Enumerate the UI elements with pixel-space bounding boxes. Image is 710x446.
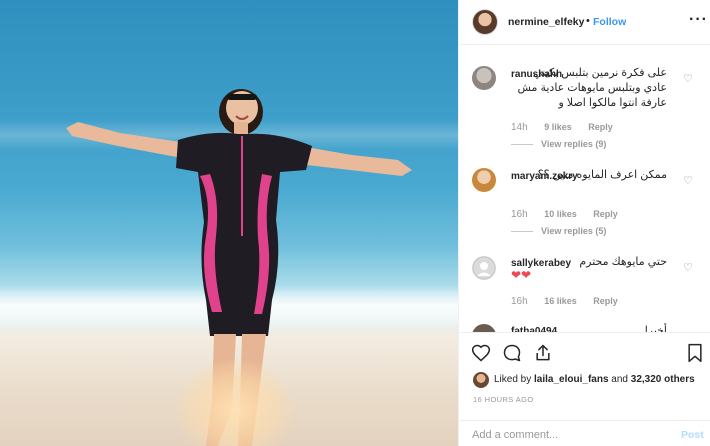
commenter-avatar[interactable] [472, 324, 496, 332]
liked-by-others[interactable]: 32,320 others [631, 374, 695, 385]
post-photo[interactable] [0, 0, 458, 446]
comment-likes[interactable]: 9 likes [544, 122, 572, 132]
heart-emoji: ❤❤ [511, 268, 532, 282]
comment-text: ممكن اعرف المايوه منين ؟؟ [537, 169, 667, 181]
comment-time: 14h [511, 122, 528, 133]
commenter-avatar[interactable] [472, 256, 496, 280]
more-options-icon[interactable]: ··· [689, 11, 708, 29]
comment-text: على فكرة نرمين بتلبس بكيني عادي وبتلبس م… [517, 67, 667, 109]
commenter-avatar[interactable] [472, 168, 496, 192]
comment-meta: 16h 16 likes Reply [511, 296, 632, 307]
comment-reply-button[interactable]: Reply [588, 122, 613, 132]
follow-button[interactable]: Follow [593, 16, 626, 28]
post-comment-button[interactable]: Post [681, 429, 704, 441]
comment-reply-button[interactable]: Reply [593, 209, 618, 219]
save-bookmark-icon[interactable] [686, 343, 704, 368]
share-icon[interactable] [533, 343, 553, 368]
comment-bubble-icon[interactable] [502, 343, 522, 368]
header-separator: • [586, 15, 590, 27]
comment-reply-button[interactable]: Reply [593, 296, 618, 306]
view-replies-button[interactable]: View replies (5) [511, 226, 606, 236]
commenter-avatar[interactable] [472, 66, 496, 90]
liked-by-avatar[interactable] [473, 372, 489, 388]
post-timestamp[interactable]: 16 HOURS AGO [473, 395, 534, 404]
comment-likes[interactable]: 16 likes [544, 296, 577, 306]
default-avatar-icon [472, 256, 496, 280]
liked-by-prefix: Liked by [494, 374, 532, 385]
comment-time: 16h [511, 209, 528, 220]
comment-meta: 14h 9 likes Reply [511, 122, 627, 133]
comment-text: حتي مايوهك محترم [579, 256, 667, 268]
view-replies-button[interactable]: View replies (9) [511, 139, 606, 149]
add-comment-bar: Post [459, 420, 710, 446]
comments-list[interactable]: ranushahh على فكرة نرمين بتلبس بكيني عاد… [459, 46, 710, 332]
add-comment-input[interactable] [472, 427, 662, 443]
comment-text: أخيرا [644, 325, 667, 332]
author-username[interactable]: nermine_elfeky [508, 16, 584, 28]
comment-like-heart-icon[interactable]: ♡ [683, 174, 693, 187]
post-panel: nermine_elfeky • Follow ··· ranushahh عل… [458, 0, 710, 446]
likes-summary: Liked by laila_eloui_fans and 32,320 oth… [494, 374, 695, 385]
like-heart-icon[interactable] [471, 343, 491, 368]
author-avatar[interactable] [472, 9, 498, 35]
liked-by-middle: and [611, 374, 628, 385]
comment-likes[interactable]: 10 likes [544, 209, 577, 219]
comment-time: 16h [511, 296, 528, 307]
comment-meta: 16h 10 likes Reply [511, 209, 632, 220]
liked-by-username[interactable]: laila_eloui_fans [534, 374, 608, 385]
post-actions: Liked by laila_eloui_fans and 32,320 oth… [459, 332, 710, 443]
comment-like-heart-icon[interactable]: ♡ [683, 261, 693, 274]
post-header: nermine_elfeky • Follow ··· [459, 0, 710, 45]
comment-like-heart-icon[interactable]: ♡ [683, 72, 693, 85]
